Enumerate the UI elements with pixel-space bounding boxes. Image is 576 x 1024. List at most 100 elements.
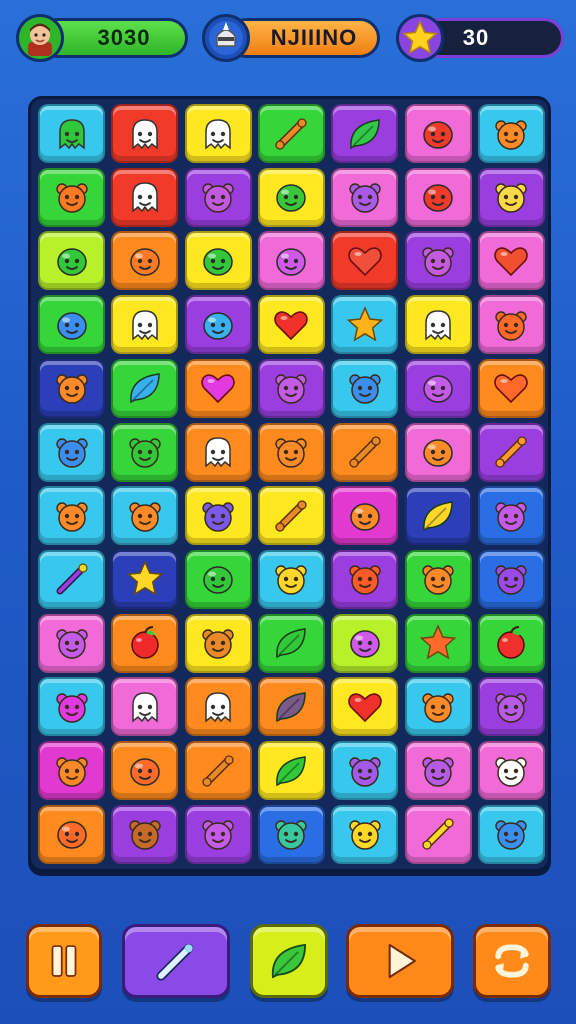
board-tile[interactable] xyxy=(404,422,472,482)
play-button[interactable] xyxy=(346,924,454,998)
board-tile[interactable] xyxy=(111,358,179,418)
board-tile[interactable] xyxy=(111,804,179,864)
board-tile[interactable] xyxy=(331,295,399,355)
board-tile[interactable] xyxy=(111,613,179,673)
leaf-icon xyxy=(271,751,311,791)
blob-icon xyxy=(198,305,238,345)
board-tile[interactable] xyxy=(404,613,472,673)
board-tile[interactable] xyxy=(257,677,325,737)
board-tile[interactable] xyxy=(404,231,472,291)
board-tile[interactable] xyxy=(257,231,325,291)
wand-booster-button[interactable] xyxy=(122,924,230,998)
board-tile[interactable] xyxy=(38,741,105,800)
knight-helmet-icon[interactable] xyxy=(202,14,250,62)
board-tile[interactable] xyxy=(331,613,399,673)
board-tile[interactable] xyxy=(111,486,179,546)
board-tile[interactable] xyxy=(477,422,545,482)
board-tile[interactable] xyxy=(404,104,472,163)
board-tile[interactable] xyxy=(184,295,252,355)
board-tile[interactable] xyxy=(257,422,325,482)
board-tile[interactable] xyxy=(404,677,472,737)
blob-icon xyxy=(125,241,165,281)
star-icon xyxy=(396,14,444,62)
board-tile[interactable] xyxy=(111,231,179,291)
board-tile[interactable] xyxy=(257,295,325,355)
board-tile[interactable] xyxy=(477,295,545,355)
board-tile[interactable] xyxy=(331,422,399,482)
board-tile[interactable] xyxy=(331,549,399,609)
board-tile[interactable] xyxy=(38,358,105,418)
board-tile[interactable] xyxy=(477,677,545,737)
bear-icon xyxy=(491,687,531,727)
board-tile[interactable] xyxy=(184,358,252,418)
board-tile[interactable] xyxy=(184,422,252,482)
board-tile[interactable] xyxy=(331,104,399,163)
board-tile[interactable] xyxy=(257,741,325,800)
board-tile[interactable] xyxy=(257,549,325,609)
board-tile[interactable] xyxy=(111,549,179,609)
board-tile[interactable] xyxy=(404,486,472,546)
board-tile[interactable] xyxy=(331,677,399,737)
board-tile[interactable] xyxy=(184,549,252,609)
board-tile[interactable] xyxy=(38,804,105,864)
bear-icon xyxy=(418,241,458,281)
board-tile[interactable] xyxy=(111,295,179,355)
board-tile[interactable] xyxy=(111,677,179,737)
board-tile[interactable] xyxy=(38,613,105,673)
board-tile[interactable] xyxy=(404,358,472,418)
board-tile[interactable] xyxy=(38,295,105,355)
board-tile[interactable] xyxy=(38,104,105,163)
board-tile[interactable] xyxy=(38,486,105,546)
board-tile[interactable] xyxy=(331,167,399,227)
board-tile[interactable] xyxy=(257,613,325,673)
board-tile[interactable] xyxy=(257,167,325,227)
board-tile[interactable] xyxy=(184,104,252,163)
board-tile[interactable] xyxy=(331,358,399,418)
board-tile[interactable] xyxy=(257,358,325,418)
board-tile[interactable] xyxy=(477,104,545,163)
board-tile[interactable] xyxy=(111,422,179,482)
board-tile[interactable] xyxy=(111,167,179,227)
board-tile[interactable] xyxy=(404,295,472,355)
board-tile[interactable] xyxy=(404,549,472,609)
board-tile[interactable] xyxy=(404,741,472,800)
board-tile[interactable] xyxy=(477,167,545,227)
board-tile[interactable] xyxy=(257,104,325,163)
board-tile[interactable] xyxy=(38,231,105,291)
board-tile[interactable] xyxy=(477,613,545,673)
board-tile[interactable] xyxy=(331,231,399,291)
board-tile[interactable] xyxy=(184,677,252,737)
pause-button[interactable] xyxy=(26,924,102,998)
board-tile[interactable] xyxy=(331,741,399,800)
board-tile[interactable] xyxy=(184,231,252,291)
board-tile[interactable] xyxy=(257,486,325,546)
board-tile[interactable] xyxy=(477,804,545,864)
board-tile[interactable] xyxy=(477,549,545,609)
board-tile[interactable] xyxy=(404,167,472,227)
board-tile[interactable] xyxy=(38,167,105,227)
board-tile[interactable] xyxy=(111,741,179,800)
board-tile[interactable] xyxy=(477,741,545,800)
board-tile[interactable] xyxy=(38,677,105,737)
shuffle-button[interactable] xyxy=(473,924,551,998)
shuffle-icon xyxy=(489,938,535,984)
board-tile[interactable] xyxy=(184,613,252,673)
board-tile[interactable] xyxy=(184,486,252,546)
bear-icon xyxy=(271,432,311,472)
blob-icon xyxy=(418,368,458,408)
board-tile[interactable] xyxy=(257,804,325,864)
board-tile[interactable] xyxy=(38,549,105,609)
board-tile[interactable] xyxy=(184,804,252,864)
board-tile[interactable] xyxy=(404,804,472,864)
board-tile[interactable] xyxy=(111,104,179,163)
leaf-booster-button[interactable] xyxy=(250,924,328,998)
board-tile[interactable] xyxy=(331,486,399,546)
player-avatar-icon[interactable] xyxy=(16,14,64,62)
board-tile[interactable] xyxy=(477,231,545,291)
board-tile[interactable] xyxy=(331,804,399,864)
board-tile[interactable] xyxy=(184,741,252,800)
board-tile[interactable] xyxy=(477,486,545,546)
board-tile[interactable] xyxy=(184,167,252,227)
board-tile[interactable] xyxy=(477,358,545,418)
board-tile[interactable] xyxy=(38,422,105,482)
